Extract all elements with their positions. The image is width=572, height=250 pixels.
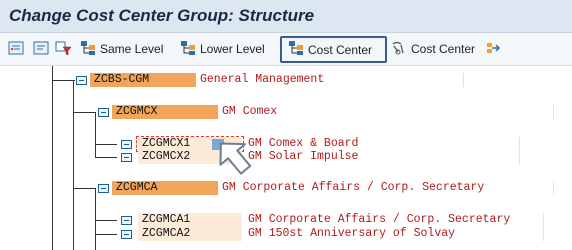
page-title: Change Cost Center Group: Structure [9,6,315,25]
expand-all-button[interactable] [8,37,28,61]
cost-center-icon [121,140,132,149]
same-level-label: Same Level [100,42,164,56]
hierarchy-icon [288,40,304,59]
collapse-all-button[interactable] [33,37,53,61]
tree-connector [52,80,75,81]
tree-connector [52,66,53,250]
cost-center-icon [121,216,132,225]
lower-level-label: Lower Level [200,42,265,56]
tree-connector [95,188,96,250]
pointer-arrow-icon [206,136,254,188]
tree-connector [73,188,95,189]
tree-connector [95,112,96,157]
group-node-code[interactable]: ZCGMCX [112,105,218,119]
tree-connector [95,234,117,235]
tree-connector [73,112,95,113]
expand-tree-icon [8,40,24,59]
cost-center-icon [121,230,132,239]
root-node-code[interactable]: ZCBS-CGM [90,73,196,87]
leaf-node-description: GM Corporate Affairs / Corp. Secretary [244,213,544,227]
cost-center-icon [121,153,132,162]
folder-icon [76,76,87,85]
cost-center-structure-label: Cost Center [411,42,476,56]
root-node-description: General Management [196,73,464,87]
tree-connector [95,144,117,145]
tree-connector [95,157,117,158]
hierarchy-tree: ZCBS-CGM General Management ZCGMCX GM Co… [0,66,572,250]
group-node-description: GM Comex [218,105,554,119]
title-bar: Change Cost Center Group: Structure [0,0,572,33]
leaf-node-code[interactable]: ZCGMCA1 [138,213,242,227]
same-level-button[interactable]: Same Level [80,37,163,61]
hierarchy-icon [80,40,96,59]
cost-center-structure-button[interactable]: Cost Center [391,37,475,61]
move-button[interactable] [486,37,508,61]
toolbar: Same Level Lower Level Cost Center Cost … [0,33,572,66]
structure-icon [391,40,407,59]
folder-icon [98,108,109,117]
lower-level-button[interactable]: Lower Level [180,37,265,61]
tree-connector [95,220,117,221]
cost-center-label: Cost Center [308,42,373,57]
move-icon [486,40,504,59]
filter-icon [55,40,73,59]
leaf-node-description: GM Comex & Board [244,137,520,151]
cost-center-button[interactable]: Cost Center [280,36,387,63]
collapse-tree-icon [33,40,49,59]
hierarchy-icon [180,40,196,59]
folder-icon [98,184,109,193]
leaf-node-code[interactable]: ZCGMCA2 [138,227,242,241]
group-node-code[interactable]: ZCGMCA [112,181,218,195]
filter-button[interactable] [55,37,77,61]
tree-connector [73,80,74,250]
leaf-node-description: GM Solar Impulse [244,150,520,164]
group-node-description: GM Corporate Affairs / Corp. Secretary [218,181,554,195]
leaf-node-description: GM 150st Anniversary of Solvay [244,227,544,241]
